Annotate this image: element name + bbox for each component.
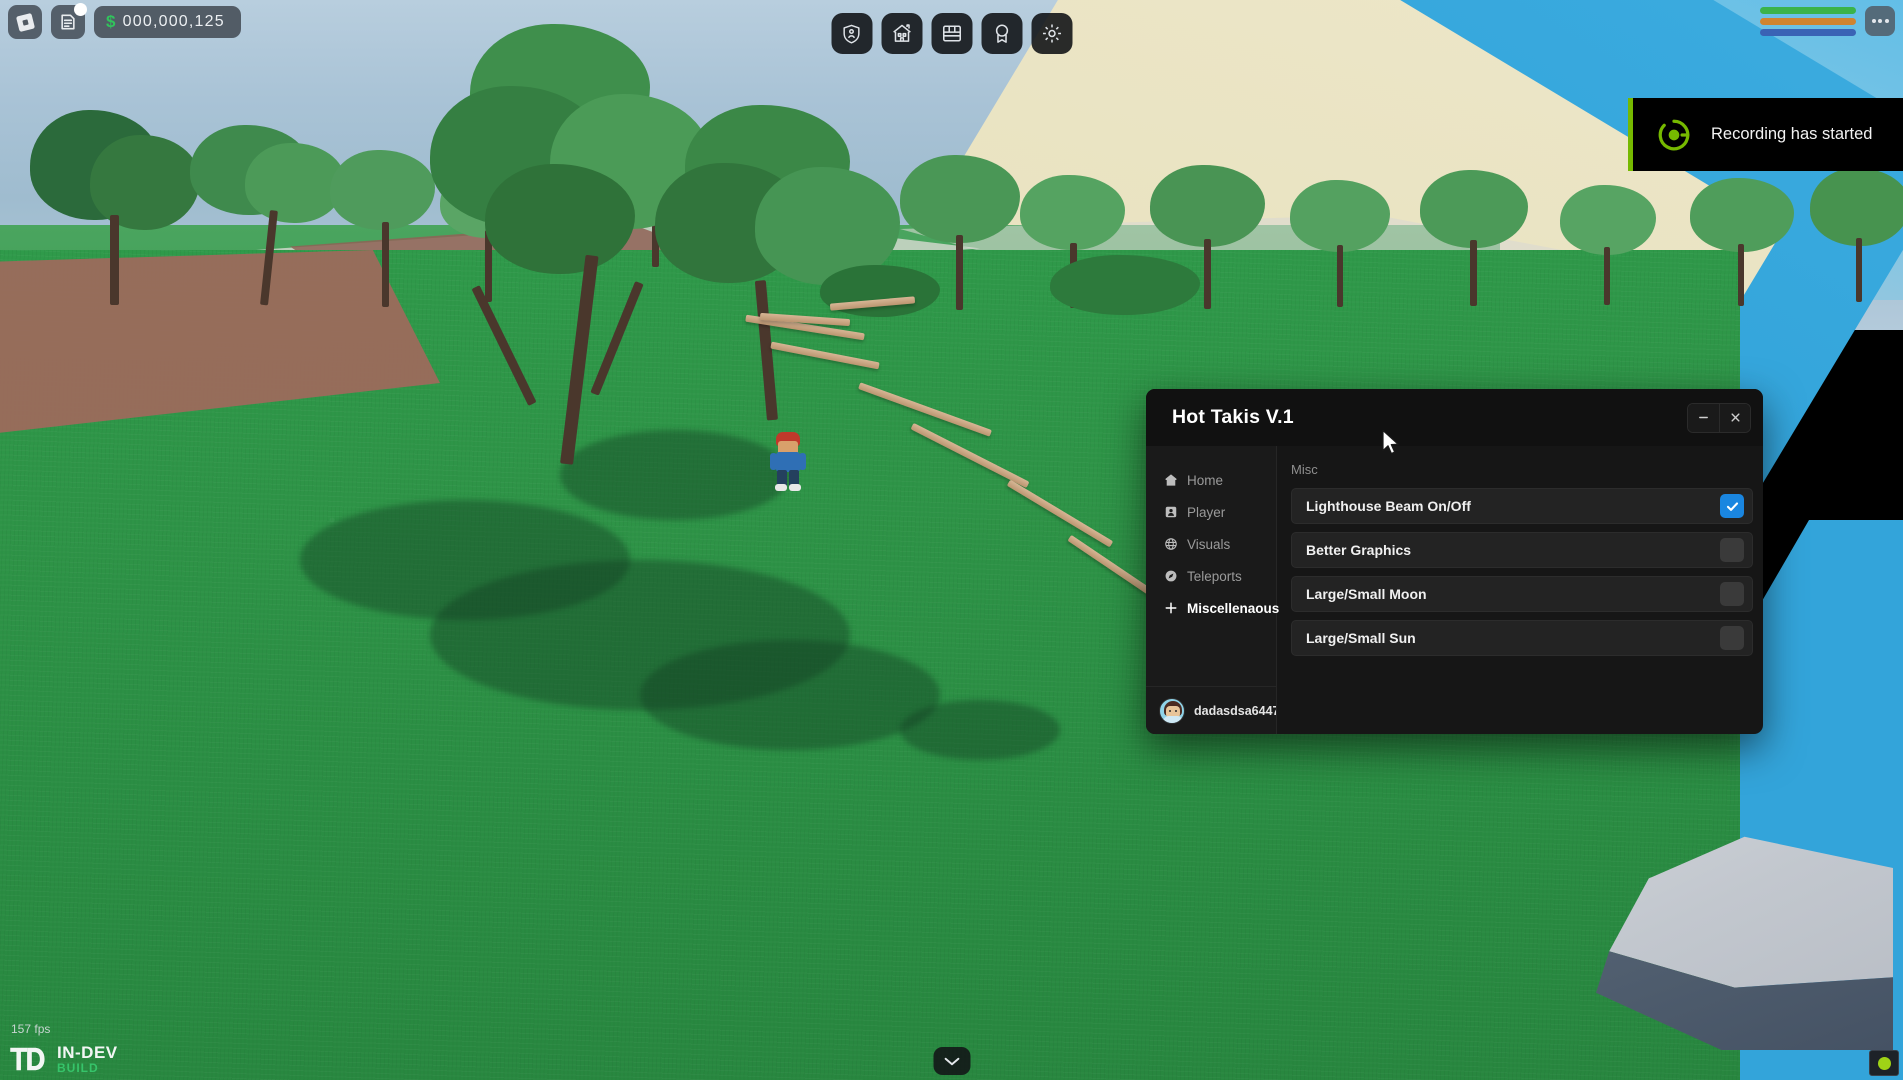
player-icon — [1163, 505, 1178, 520]
toggle-checkbox[interactable] — [1720, 582, 1744, 606]
panel-title: Hot Takis V.1 — [1172, 406, 1294, 428]
nvidia-record-icon — [1658, 119, 1690, 150]
hud-top-right — [1760, 6, 1895, 36]
tree-shadow — [900, 700, 1060, 760]
currency-symbol: $ — [106, 12, 117, 31]
panel-titlebar[interactable]: Hot Takis V.1 — [1146, 389, 1763, 446]
bar-orange — [1760, 17, 1856, 25]
option-row-better-graphics[interactable]: Better Graphics — [1291, 532, 1753, 568]
tree-shadow — [560, 430, 790, 520]
currency-value: 000,000,125 — [122, 13, 225, 30]
currency-display: $ 000,000,125 — [94, 6, 241, 38]
sidebar-item-label: Visuals — [1187, 536, 1231, 552]
recording-indicator — [1869, 1050, 1899, 1076]
player-character — [770, 432, 806, 491]
shop-icon[interactable] — [931, 13, 972, 54]
compass-icon — [1163, 569, 1178, 584]
gear-icon[interactable] — [1031, 13, 1072, 54]
sidebar-item-teleports[interactable]: Teleports — [1146, 560, 1276, 592]
option-label: Better Graphics — [1306, 542, 1412, 558]
panel-sidebar: Home Player Visuals Teleports Miscellena… — [1146, 446, 1280, 734]
toggle-checkbox[interactable] — [1720, 538, 1744, 562]
option-label: Large/Small Moon — [1306, 586, 1427, 602]
house-icon[interactable] — [881, 13, 922, 54]
brand-main-label: IN-DEV — [57, 1043, 118, 1062]
option-row-large-small-moon[interactable]: Large/Small Moon — [1291, 576, 1753, 612]
window-controls — [1687, 402, 1751, 433]
sidebar-item-home[interactable]: Home — [1146, 464, 1276, 496]
option-row-lighthouse-beam[interactable]: Lighthouse Beam On/Off — [1291, 488, 1753, 524]
section-label: Misc — [1291, 462, 1318, 477]
sidebar-item-label: Home — [1187, 472, 1224, 488]
toggle-checkbox[interactable] — [1720, 626, 1744, 650]
bar-blue — [1760, 28, 1856, 36]
sidebar-item-label: Miscellenaous — [1187, 600, 1280, 616]
option-label: Lighthouse Beam On/Off — [1306, 498, 1471, 514]
sidebar-item-player[interactable]: Player — [1146, 496, 1276, 528]
rock — [1563, 790, 1893, 1050]
hot-takis-panel[interactable]: Hot Takis V.1 Home Player Visuals Telepo… — [1146, 389, 1763, 734]
close-button[interactable] — [1719, 403, 1750, 432]
shield-avatar-icon[interactable] — [831, 13, 872, 54]
fps-counter: 157 fps — [11, 1022, 51, 1036]
plus-icon — [1163, 601, 1178, 616]
chat-document-icon[interactable] — [51, 3, 87, 39]
badge-icon[interactable] — [981, 13, 1022, 54]
panel-body: Home Player Visuals Teleports Miscellena… — [1146, 446, 1763, 734]
chevron-down-icon[interactable] — [933, 1047, 970, 1075]
minimize-button[interactable] — [1688, 403, 1719, 432]
more-dots-icon[interactable] — [1865, 6, 1895, 36]
panel-user-row[interactable]: dadasdsa6447: — [1146, 686, 1276, 734]
recording-toast: Recording has started — [1628, 98, 1903, 171]
bar-green — [1760, 6, 1856, 14]
sidebar-item-visuals[interactable]: Visuals — [1146, 528, 1276, 560]
sidebar-item-miscellenaous[interactable]: Miscellenaous — [1146, 592, 1280, 624]
game-brand: IN-DEV BUILD — [8, 1044, 118, 1074]
option-row-large-small-sun[interactable]: Large/Small Sun — [1291, 620, 1753, 656]
option-label: Large/Small Sun — [1306, 630, 1416, 646]
toggle-checkbox[interactable] — [1720, 494, 1744, 518]
user-name: dadasdsa6447: — [1194, 703, 1276, 718]
roblox-logo-icon[interactable] — [8, 5, 42, 39]
avatar — [1159, 697, 1185, 724]
status-bars — [1760, 6, 1856, 36]
panel-content: Misc Lighthouse Beam On/Off Better Graph… — [1277, 446, 1763, 734]
td-logo-icon — [10, 1047, 45, 1071]
hud-top-left: $ 000,000,125 — [8, 3, 241, 39]
hud-top-center-toolbar — [831, 13, 1072, 54]
sidebar-item-label: Teleports — [1187, 568, 1242, 584]
home-icon — [1163, 473, 1178, 488]
recording-toast-message: Recording has started — [1711, 125, 1873, 143]
brand-sub-label: BUILD — [57, 1061, 99, 1075]
globe-icon — [1163, 537, 1178, 552]
tree-shadow — [640, 640, 940, 750]
notification-dot — [74, 3, 87, 16]
sidebar-item-label: Player — [1187, 504, 1226, 520]
